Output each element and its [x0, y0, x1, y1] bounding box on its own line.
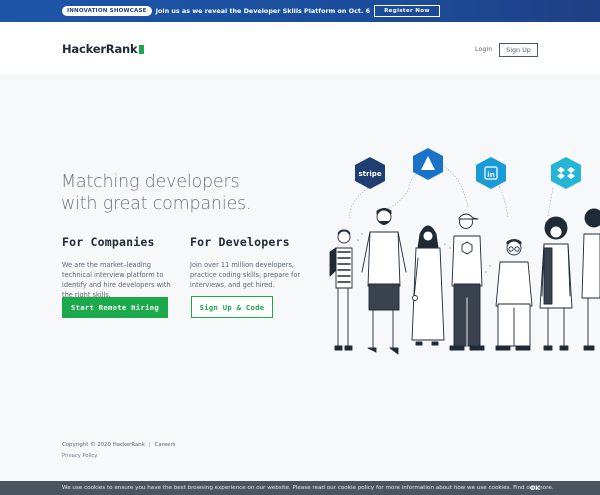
companies-title: For Companies [62, 235, 155, 249]
footer-separator: | [148, 442, 151, 448]
innovation-showcase-badge: INNOVATION SHOWCASE [62, 6, 152, 16]
logo-text: HackerRank [62, 42, 138, 56]
start-remote-hiring-button[interactable]: Start Remote Hiring [62, 297, 168, 318]
person-man-beard [361, 208, 407, 355]
developers-title: For Developers [190, 235, 290, 249]
privacy-policy-link[interactable]: Privacy Policy [62, 453, 97, 459]
register-now-button[interactable]: Register Now [374, 5, 440, 17]
cookie-ok-button[interactable]: OK [530, 485, 540, 492]
person-partial-right [581, 208, 600, 351]
companies-text: We are the market–leading technical inte… [62, 261, 171, 299]
announcement-banner: INNOVATION SHOWCASE Join us as we reveal… [0, 0, 600, 22]
developers-illustration: stripe in [329, 148, 600, 355]
person-woman-afro [539, 216, 573, 351]
hero-title-line-2: with great companies. [61, 194, 252, 214]
developers-section: For Developers Join over 11 million deve… [190, 235, 308, 290]
banner-text: Join us as we reveal the Developer Skill… [155, 7, 371, 15]
cookie-bar: We use cookies to ensure you have the be… [0, 481, 600, 495]
stripe-logo-text: stripe [358, 170, 381, 178]
careers-link[interactable]: Careers [155, 442, 176, 448]
signup-and-code-button[interactable]: Sign Up & Code [191, 296, 273, 318]
cookie-text: We use cookies to ensure you have the be… [62, 485, 554, 491]
hero-title: Matching developers with great companies… [61, 171, 321, 215]
login-link[interactable]: Login [475, 45, 492, 53]
dropbox-logo-icon [551, 157, 581, 189]
hackerrank-logo[interactable]: HackerRank [62, 42, 145, 56]
developers-text: Join over 11 million developers, practic… [190, 261, 301, 289]
svg-text:in: in [487, 171, 494, 179]
atlassian-logo-icon [413, 148, 443, 180]
signup-button[interactable]: Sign Up [499, 43, 538, 57]
footer-copyright: Copyright © 2020 HackerRank | Careers [62, 442, 176, 448]
stripe-logo-icon: stripe [355, 157, 385, 189]
person-woman-striped [329, 229, 353, 351]
logo-mark-icon [139, 44, 145, 54]
companies-section: For Companies We are the market–leading … [62, 235, 182, 300]
hero-title-line-1: Matching developers [61, 172, 240, 192]
linkedin-logo-icon: in [476, 157, 506, 189]
person-man-cap [449, 213, 485, 351]
person-woman-hijab [411, 225, 445, 346]
copyright-text: Copyright © 2020 HackerRank [62, 442, 145, 448]
person-man-glasses [495, 239, 533, 351]
